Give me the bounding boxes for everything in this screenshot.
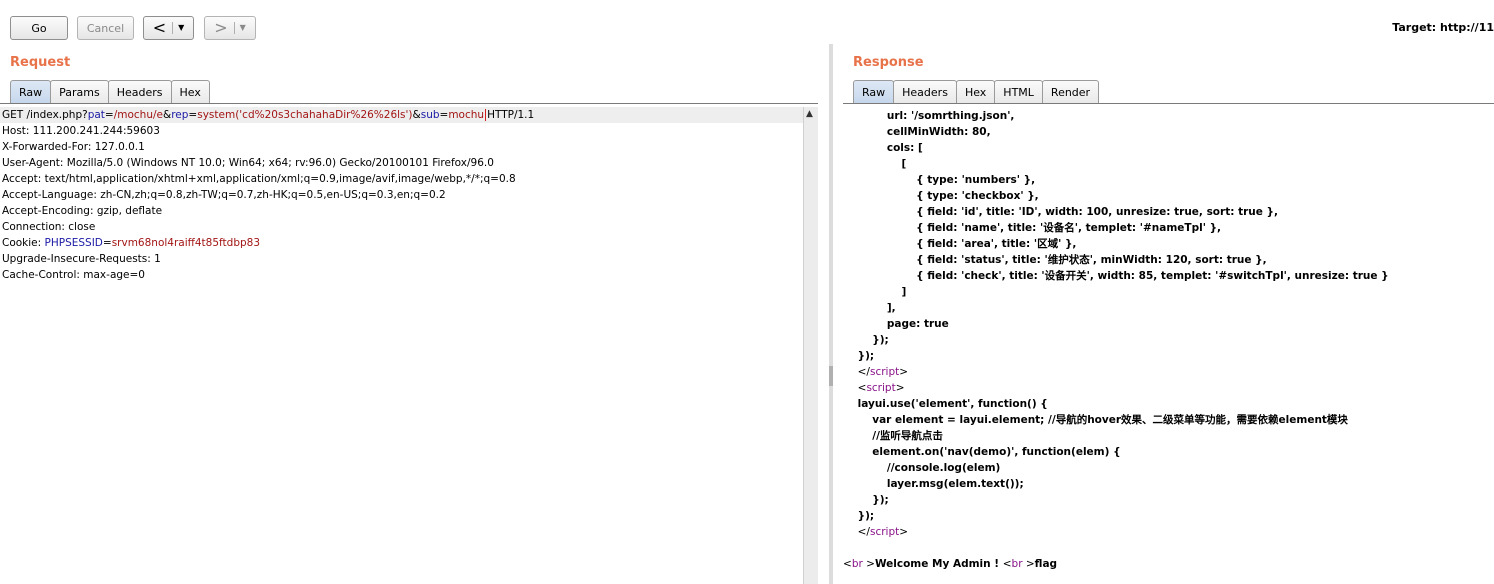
header-line: Connection: close [2, 221, 96, 233]
request-editor[interactable]: GET /index.php?pat=/mochu/e&rep=system('… [0, 107, 803, 584]
request-tab-headers[interactable]: Headers [107, 80, 172, 103]
header-line: User-Agent: Mozilla/5.0 (Windows NT 10.0… [2, 157, 494, 169]
flag-output-line: <br >Welcome My Admin ! <br >flag [843, 558, 1058, 570]
go-label: Go [31, 21, 47, 35]
forward-arrow-icon: > [214, 18, 228, 37]
back-button[interactable]: < ▼ [143, 16, 194, 40]
code-line: url: '/somrthing.json', [843, 110, 1015, 122]
header-line: Cache-Control: max-age=0 [2, 269, 145, 281]
response-tab-raw[interactable]: Raw [853, 80, 895, 103]
text-cursor [485, 109, 487, 121]
code-line: { type: 'numbers' }, [843, 174, 1036, 186]
response-tab-underline [843, 103, 1494, 104]
code-line: //console.log(elem) [843, 462, 1001, 474]
header-line: Accept: text/html,application/xhtml+xml,… [2, 173, 516, 185]
forward-dropdown-icon[interactable]: ▼ [233, 22, 246, 34]
request-tabs: Raw Params Headers Hex [10, 80, 210, 103]
code-line: { field: 'check', title: '设备开关', width: … [843, 270, 1389, 282]
request-line: GET /index.php?pat=/mochu/e&rep=system('… [0, 107, 803, 123]
header-line: X-Forwarded-For: 127.0.0.1 [2, 141, 145, 153]
splitter-grip[interactable] [829, 366, 833, 386]
code-line: }); [843, 510, 875, 522]
response-tab-hex[interactable]: Hex [955, 80, 996, 103]
code-line: //监听导航点击 [843, 430, 943, 442]
script-close-tag: </script> [857, 366, 909, 378]
cancel-label: Cancel [86, 21, 125, 35]
code-line: [ [843, 158, 907, 170]
code-line: { field: 'id', title: 'ID', width: 100, … [843, 206, 1278, 218]
cookie-line: Cookie: PHPSESSID=srvm68nol4raiff4t85ftd… [2, 237, 261, 249]
response-title: Response [853, 55, 924, 70]
script-close-tag: </script> [857, 526, 909, 538]
code-line: { field: 'area', title: '区域' }, [843, 238, 1077, 250]
request-title: Request [10, 55, 71, 70]
cancel-button[interactable]: Cancel [77, 16, 134, 40]
code-line: layer.msg(elem.text()); [843, 478, 1024, 490]
code-line: }); [843, 350, 875, 362]
header-line: Accept-Encoding: gzip, deflate [2, 205, 163, 217]
target-label[interactable]: Target: http://11 [1392, 21, 1494, 34]
request-tab-raw[interactable]: Raw [10, 80, 52, 103]
code-line: var element = layui.element; //导航的hover效… [843, 414, 1348, 426]
code-line: cellMinWidth: 80, [843, 126, 991, 138]
request-scrollbar[interactable]: ▲ [803, 107, 818, 584]
back-arrow-icon: < [152, 18, 167, 37]
code-line: ] [843, 286, 907, 298]
response-editor[interactable]: url: '/somrthing.json', cellMinWidth: 80… [843, 108, 1494, 584]
request-tab-params[interactable]: Params [50, 80, 109, 103]
request-tab-hex[interactable]: Hex [170, 80, 210, 103]
code-line: element.on('nav(demo)', function(elem) { [843, 446, 1121, 458]
response-tabs: Raw Headers Hex HTML Render [853, 80, 1100, 103]
forward-button[interactable]: > ▼ [204, 16, 256, 40]
response-tab-render[interactable]: Render [1041, 80, 1100, 103]
code-line: { field: 'name', title: '设备名', templet: … [843, 222, 1222, 234]
response-tab-headers[interactable]: Headers [893, 80, 957, 103]
code-line: { field: 'status', title: '维护状态', minWid… [843, 254, 1267, 266]
header-line: Upgrade-Insecure-Requests: 1 [2, 253, 161, 265]
header-line: Accept-Language: zh-CN,zh;q=0.8,zh-TW;q=… [2, 189, 446, 201]
back-dropdown-icon[interactable]: ▼ [172, 22, 184, 34]
code-line: ], [843, 302, 896, 314]
scroll-up-arrow-icon[interactable]: ▲ [806, 109, 813, 119]
request-tab-underline [0, 103, 818, 104]
code-line: layui.use('element', function() { [843, 398, 1048, 410]
code-line: page: true [843, 318, 949, 330]
code-line: cols: [ [843, 142, 923, 154]
code-line: }); [843, 334, 889, 346]
script-open-tag: <script> [857, 382, 905, 394]
go-button[interactable]: Go [10, 16, 68, 40]
header-line: Host: 111.200.241.244:59603 [2, 125, 160, 137]
pane-splitter[interactable] [829, 44, 833, 584]
code-line: }); [843, 494, 889, 506]
code-line: { type: 'checkbox' }, [843, 190, 1039, 202]
response-tab-html[interactable]: HTML [994, 80, 1043, 103]
